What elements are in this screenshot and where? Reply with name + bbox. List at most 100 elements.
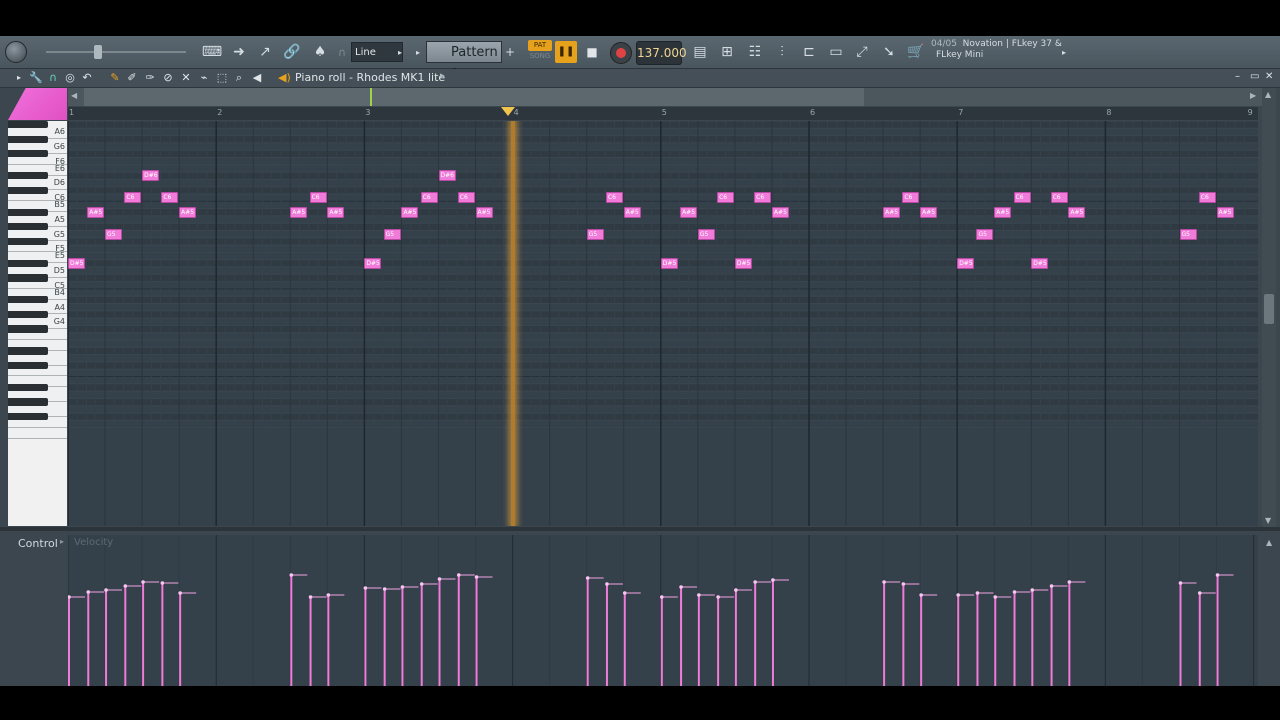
link-icon[interactable]: 🔗 xyxy=(283,42,301,62)
note[interactable]: D#6 xyxy=(142,170,160,182)
channel-rack-icon[interactable]: ☷ xyxy=(745,42,765,62)
minimize-icon[interactable]: – xyxy=(1235,71,1240,82)
delete-icon[interactable]: ⊘ xyxy=(161,71,175,85)
note[interactable]: C6 xyxy=(717,192,735,203)
note-grid[interactable]: D#5 A#5 G5 C6 D#6 C6 A#5 A#5 C6 A#5 D#5 G5 A#5 C6 D#6 C… xyxy=(68,121,1258,526)
note[interactable]: C6 xyxy=(420,192,438,203)
pause-button[interactable]: ❚❚ xyxy=(555,41,577,63)
velocity-bar[interactable] xyxy=(1178,581,1197,686)
note[interactable]: A#5 xyxy=(771,206,789,218)
black-key[interactable] xyxy=(8,361,48,370)
playlist-icon[interactable]: ▤ xyxy=(690,42,710,62)
velocity-panel[interactable] xyxy=(68,535,1258,686)
typing-keyboard-icon[interactable]: ⌨ xyxy=(201,42,223,62)
undo-icon[interactable]: ↶ xyxy=(80,71,94,85)
velocity-bar[interactable] xyxy=(123,584,142,686)
velocity-bar[interactable] xyxy=(1030,588,1049,686)
song-position-marker[interactable] xyxy=(501,107,515,116)
velocity-bar[interactable] xyxy=(585,576,604,686)
browser-icon[interactable]: ⊏ xyxy=(799,42,819,62)
timeline-ruler[interactable]: 123456789 xyxy=(68,107,1258,120)
note[interactable]: C6 xyxy=(1050,192,1068,203)
note[interactable]: G5 xyxy=(976,228,994,240)
scroll-up-icon[interactable]: ▲ xyxy=(1265,90,1271,99)
note[interactable]: C6 xyxy=(124,192,142,203)
note[interactable]: D#5 xyxy=(68,257,85,269)
piano-keyboard[interactable]: A6 G6 F6 E6 D6 C6 B5 A5 G5 F5 E5 D5 C5 B4 A4 G4 xyxy=(8,121,67,526)
black-key[interactable] xyxy=(8,223,48,231)
velocity-bar[interactable] xyxy=(622,591,641,686)
slider-thumb[interactable] xyxy=(94,45,102,59)
paint-icon[interactable]: ✑ xyxy=(143,71,157,85)
velocity-bar[interactable] xyxy=(993,595,1012,686)
velocity-bar[interactable] xyxy=(363,586,382,686)
stop-button[interactable]: ■ xyxy=(583,41,601,63)
song-mode[interactable]: SONG xyxy=(528,51,552,62)
note[interactable]: C6 xyxy=(161,192,179,203)
velocity-bar[interactable] xyxy=(697,593,715,686)
black-key[interactable] xyxy=(8,121,48,129)
black-key[interactable] xyxy=(8,150,48,158)
black-key[interactable] xyxy=(8,135,48,143)
velocity-bar[interactable] xyxy=(400,585,419,686)
velocity-bar[interactable] xyxy=(1012,590,1031,686)
master-pitch-slider[interactable] xyxy=(46,51,186,53)
velocity-bar[interactable] xyxy=(734,588,752,686)
velocity-bar[interactable] xyxy=(679,585,698,686)
note[interactable]: G5 xyxy=(383,228,401,240)
magnet-icon[interactable]: ∩ xyxy=(46,71,60,85)
snap-select[interactable]: Line xyxy=(351,42,403,62)
velocity-bar[interactable] xyxy=(382,587,401,686)
maximize-icon[interactable]: ▭ xyxy=(1250,71,1259,82)
velocity-bar[interactable] xyxy=(716,595,735,686)
note[interactable]: D#5 xyxy=(660,257,678,269)
note[interactable]: D#6 xyxy=(438,170,456,182)
note-color-tab[interactable] xyxy=(8,88,67,120)
note[interactable]: C6 xyxy=(1013,192,1031,203)
note[interactable]: G5 xyxy=(105,228,123,240)
velocity-bar[interactable] xyxy=(160,581,179,686)
black-key[interactable] xyxy=(8,325,48,333)
touch-controller-icon[interactable]: ➘ xyxy=(879,42,899,62)
note[interactable]: A#5 xyxy=(87,206,105,218)
velocity-bar[interactable] xyxy=(289,573,308,686)
speaker-icon[interactable]: ◀) xyxy=(278,71,291,84)
note[interactable]: A#5 xyxy=(623,206,641,218)
black-key[interactable] xyxy=(8,310,48,319)
velocity-bar[interactable] xyxy=(1067,580,1086,686)
overview-viewport[interactable] xyxy=(84,88,864,106)
vertical-scrollbar[interactable]: ▲ ▼ xyxy=(1262,88,1276,528)
mixer-icon[interactable]: ⫶ xyxy=(772,42,792,62)
velocity-bar[interactable] xyxy=(141,580,160,686)
master-volume-knob[interactable] xyxy=(5,41,27,63)
control-arrow-icon[interactable]: ▸ xyxy=(60,537,64,546)
step-arrow-icon[interactable]: ➜ xyxy=(230,42,248,62)
black-key[interactable] xyxy=(8,274,48,282)
note[interactable]: A#5 xyxy=(920,206,938,218)
velocity-bar[interactable] xyxy=(901,582,920,686)
note[interactable]: A#5 xyxy=(475,206,493,218)
velocity-bar[interactable] xyxy=(1049,584,1068,686)
velocity-bar[interactable] xyxy=(474,575,493,686)
mute-icon[interactable]: ✕ xyxy=(179,71,193,85)
black-key[interactable] xyxy=(8,347,48,355)
note[interactable]: C6 xyxy=(309,192,327,203)
snap-dropdown-icon[interactable]: ▸ xyxy=(397,42,403,62)
add-pattern-icon[interactable]: + xyxy=(505,42,515,62)
stamp-icon[interactable]: ◎ xyxy=(63,71,77,85)
control-header[interactable]: Control ▸ xyxy=(8,534,67,552)
note[interactable]: D#5 xyxy=(957,257,975,269)
select-icon[interactable]: ⬚ xyxy=(215,71,229,85)
velocity-bar[interactable] xyxy=(456,573,475,686)
pat-mode[interactable]: PAT xyxy=(528,40,552,51)
scroll-down-icon[interactable]: ▼ xyxy=(1265,516,1271,525)
pattern-select[interactable]: Pattern 1 xyxy=(426,41,502,82)
velocity-bar[interactable] xyxy=(605,582,623,686)
black-key[interactable] xyxy=(8,186,48,194)
overview-right-icon[interactable]: ▶ xyxy=(1250,91,1256,100)
velocity-bar[interactable] xyxy=(660,595,678,686)
note[interactable]: C6 xyxy=(457,192,475,203)
note[interactable]: A#5 xyxy=(994,206,1012,218)
note[interactable]: C6 xyxy=(605,192,623,203)
hint-next-icon[interactable]: ▸ xyxy=(1060,42,1068,62)
